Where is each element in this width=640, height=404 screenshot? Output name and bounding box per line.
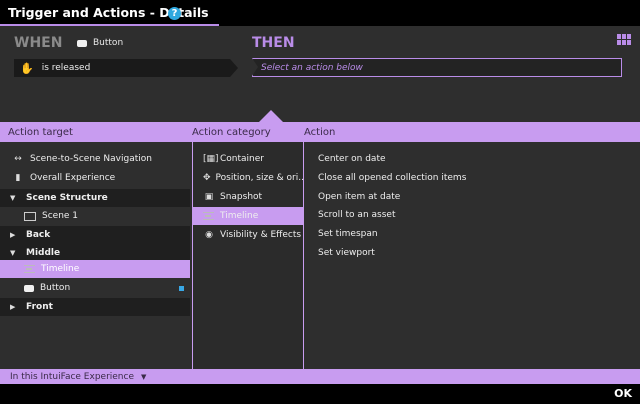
chevron-down-icon: ▼ — [10, 194, 16, 202]
target-item-scene-navigation[interactable]: ↔ Scene-to-Scene Navigation — [0, 150, 152, 168]
category-label: Position, size & ori... — [215, 173, 303, 183]
chevron-right-icon: ▶ — [10, 303, 16, 311]
book-icon: ▮ — [15, 173, 21, 183]
target-label: Overall Experience — [30, 173, 116, 183]
target-group-front[interactable]: ▶ Front — [0, 298, 190, 316]
ok-button[interactable]: OK — [614, 387, 632, 400]
target-item-button[interactable]: Button — [0, 279, 190, 297]
category-item-position[interactable]: ✥ Position, size & ori... — [193, 169, 303, 187]
header-action: Action — [304, 126, 336, 138]
group-label: Middle — [26, 248, 61, 258]
chevron-right-icon: ▶ — [10, 231, 16, 239]
target-label: Scene 1 — [42, 211, 79, 221]
grid-icon[interactable] — [617, 34, 631, 45]
trigger-source[interactable]: Button — [77, 38, 123, 48]
target-label: Timeline — [41, 264, 80, 274]
snapshot-icon: ▣ — [204, 192, 214, 202]
target-item-overall-experience[interactable]: ▮ Overall Experience — [0, 169, 116, 187]
selection-pointer — [259, 110, 283, 122]
action-target-list: ↔ Scene-to-Scene Navigation ▮ Overall Ex… — [0, 142, 192, 369]
target-group-scene-structure[interactable]: ▼ Scene Structure — [0, 189, 190, 207]
scene-icon — [24, 211, 36, 221]
header-action-target: Action target — [8, 126, 73, 138]
category-label: Timeline — [220, 211, 259, 221]
action-item[interactable]: Set viewport — [318, 244, 375, 262]
when-label: WHEN — [14, 35, 63, 51]
chevron-down-icon: ▼ — [10, 249, 16, 257]
move-icon: ✥ — [203, 173, 211, 183]
action-item[interactable]: Open item at date — [318, 188, 400, 206]
action-list: Center on date Close all opened collecti… — [304, 142, 640, 369]
group-label: Front — [26, 302, 53, 312]
header-action-category: Action category — [192, 126, 271, 138]
container-icon: [▦] — [203, 154, 219, 164]
category-label: Container — [220, 154, 264, 164]
navigation-arrows-icon: ↔ — [14, 154, 22, 164]
then-label: THEN — [252, 35, 295, 51]
bottom-bar: OK — [0, 384, 640, 404]
category-item-visibility[interactable]: ◉ Visibility & Effects — [193, 226, 303, 244]
action-item[interactable]: Scroll to an asset — [318, 206, 395, 224]
group-label: Scene Structure — [26, 193, 108, 203]
trigger-editor: WHEN Button ✋ is released THEN Select an… — [0, 26, 640, 122]
timeline-icon — [24, 265, 35, 273]
category-label: Snapshot — [220, 192, 263, 202]
eye-icon: ◉ — [205, 230, 213, 240]
action-item[interactable]: Center on date — [318, 150, 386, 168]
trigger-event[interactable]: ✋ is released — [14, 59, 238, 77]
hand-icon: ✋ — [20, 61, 34, 75]
title-bar: Trigger and Actions - Details ? — [0, 0, 640, 26]
action-item[interactable]: Close all opened collection items — [318, 169, 466, 187]
action-input[interactable]: Select an action below — [252, 58, 622, 77]
target-item-scene-1[interactable]: Scene 1 — [0, 207, 78, 225]
button-icon — [77, 39, 87, 47]
target-group-back[interactable]: ▶ Back — [0, 226, 190, 244]
category-item-timeline[interactable]: Timeline — [193, 207, 303, 225]
chevron-down-icon: ▼ — [141, 372, 147, 381]
help-icon[interactable]: ? — [168, 7, 181, 20]
category-item-snapshot[interactable]: ▣ Snapshot — [193, 188, 303, 206]
status-badge — [179, 285, 184, 291]
action-category-list: [▦] Container ✥ Position, size & ori... … — [193, 142, 303, 369]
category-item-container[interactable]: [▦] Container — [193, 150, 303, 168]
timeline-icon — [203, 212, 214, 220]
button-icon — [24, 284, 34, 292]
scope-selector[interactable]: In this IntuiFace Experience ▼ — [0, 369, 640, 384]
target-label: Scene-to-Scene Navigation — [30, 154, 152, 164]
target-label: Button — [40, 283, 71, 293]
trigger-event-label: is released — [41, 63, 91, 73]
group-label: Back — [26, 230, 51, 240]
title-tab: Trigger and Actions - Details — [0, 0, 219, 26]
target-item-timeline[interactable]: Timeline — [0, 260, 190, 278]
category-label: Visibility & Effects — [220, 230, 302, 240]
scope-label: In this IntuiFace Experience — [10, 371, 134, 382]
action-item[interactable]: Set timespan — [318, 225, 378, 243]
trigger-source-label: Button — [93, 38, 124, 48]
